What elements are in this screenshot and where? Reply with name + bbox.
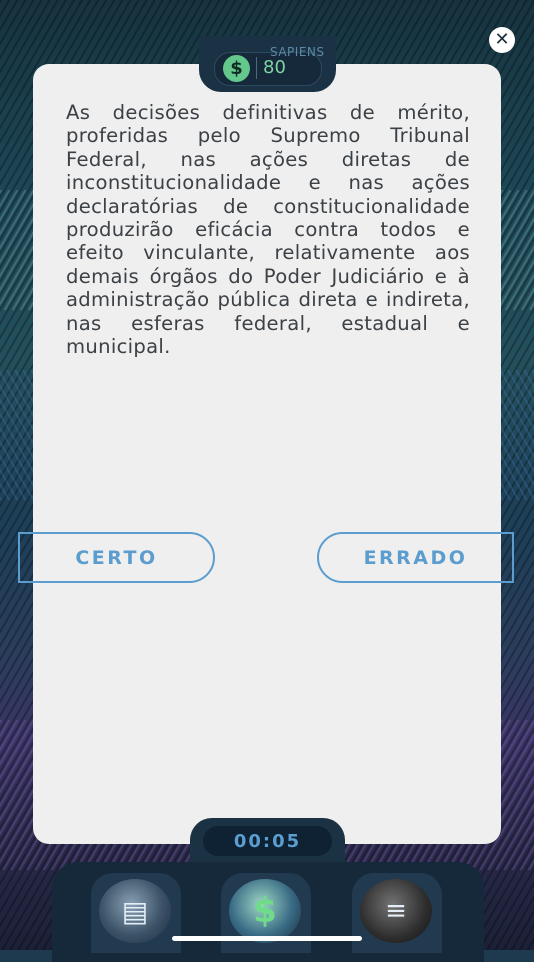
- skip-tool-button[interactable]: ▤: [91, 873, 181, 953]
- score-divider: [256, 57, 257, 79]
- close-button[interactable]: ✕: [489, 27, 515, 53]
- close-icon: ✕: [494, 29, 510, 50]
- stairs-tool-button[interactable]: ≡: [352, 873, 442, 953]
- certo-button[interactable]: CERTO: [18, 532, 215, 583]
- question-text: As decisões definitivas de mérito, profe…: [66, 101, 470, 359]
- home-indicator[interactable]: [172, 936, 362, 941]
- coin-icon: $: [223, 55, 250, 82]
- score-value: 80: [263, 57, 286, 78]
- money-icon: $: [229, 879, 301, 943]
- cards-swap-icon: ▤: [99, 879, 171, 943]
- stairs-icon: ≡: [360, 879, 432, 943]
- errado-button[interactable]: ERRADO: [317, 532, 514, 583]
- money-tool-button[interactable]: $: [221, 873, 311, 953]
- timer: 00:05: [203, 826, 332, 856]
